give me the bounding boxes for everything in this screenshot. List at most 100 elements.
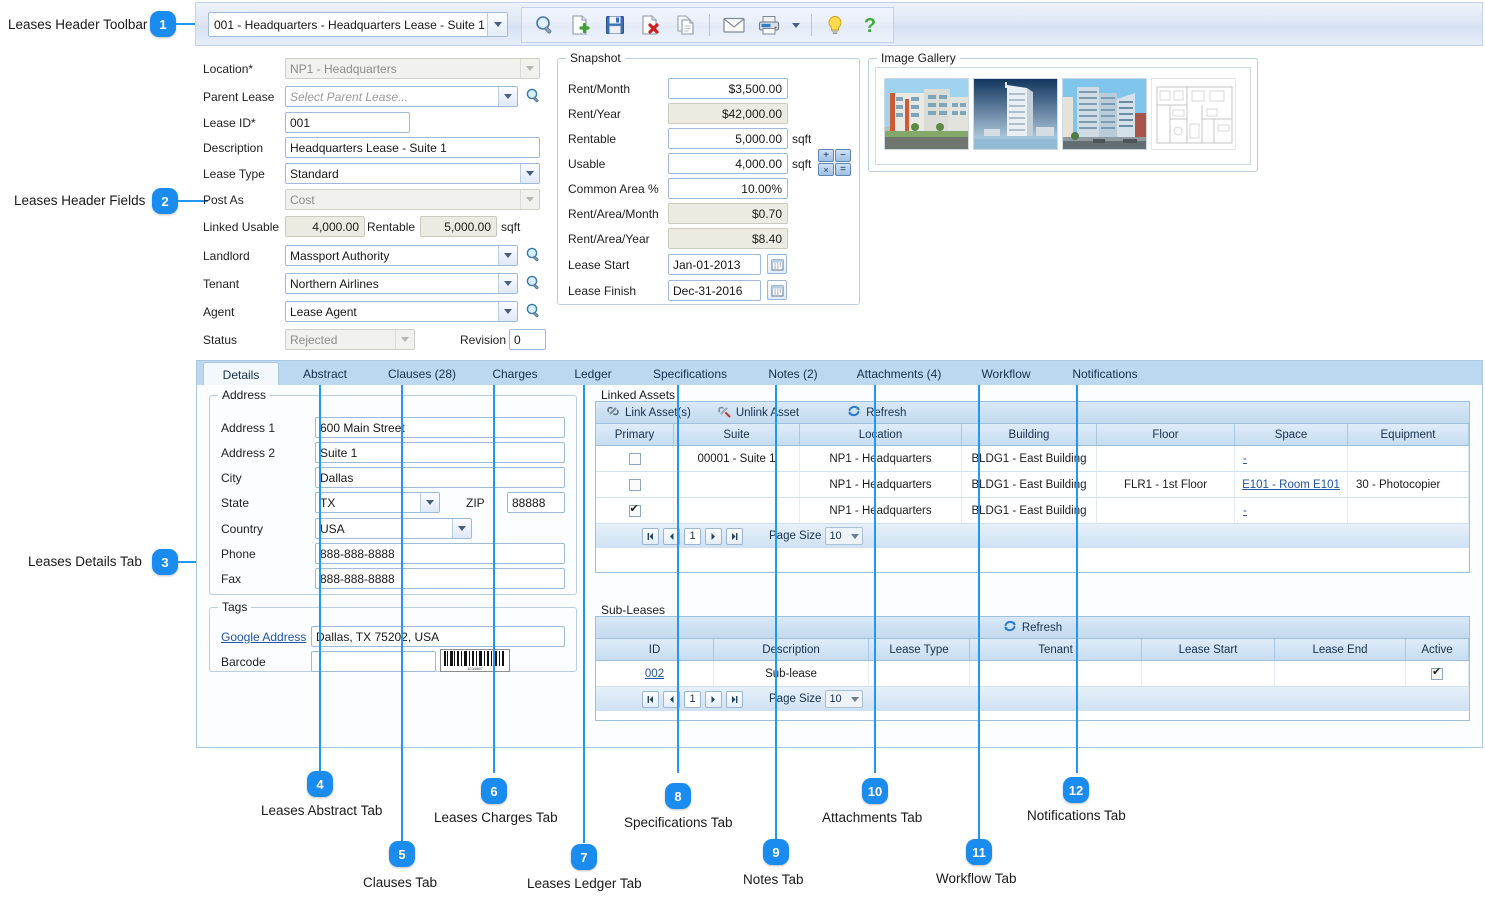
description-field[interactable]: Headquarters Lease - Suite 1 [285,137,540,158]
col-description[interactable]: Description [714,639,869,660]
lease-id-field[interactable]: 001 [285,112,410,133]
print-icon[interactable] [753,9,786,41]
col-suite[interactable]: Suite [674,424,800,445]
space-link[interactable]: - [1243,453,1247,465]
tenant-lookup-icon[interactable] [525,274,542,291]
col-location[interactable]: Location [800,424,962,445]
space-link[interactable]: - [1243,505,1247,517]
email-icon[interactable] [717,9,750,41]
help-icon[interactable]: ? [854,9,887,41]
usable-field[interactable]: 4,000.00 [668,153,788,174]
thumbnail-building-1[interactable] [884,78,969,150]
last-page-button[interactable] [726,527,743,545]
post-as-field[interactable]: Cost [285,189,540,210]
tab-notes[interactable]: Notes (2) [751,363,835,386]
chevron-down-icon[interactable] [498,246,517,265]
chevron-down-icon[interactable] [498,302,517,321]
thumbnail-building-3[interactable] [1062,78,1147,150]
primary-checkbox-cell[interactable] [596,498,674,523]
col-space[interactable]: Space [1235,424,1348,445]
tab-attachments[interactable]: Attachments (4) [837,363,961,386]
col-primary[interactable]: Primary [596,424,674,445]
location-field[interactable]: NP1 - Headquarters [285,58,540,79]
revision-field[interactable]: 0 [509,329,546,350]
sub-lease-active-cell[interactable] [1406,661,1469,686]
last-page-button[interactable] [726,690,743,708]
common-area-field[interactable]: 10.00% [668,178,788,199]
next-page-button[interactable] [705,527,722,545]
calc-multiply-button[interactable]: × [818,163,834,176]
calc-plus-button[interactable]: + [818,149,834,162]
city-field[interactable]: Dallas [315,467,565,488]
phone-field[interactable]: 888-888-8888 [315,543,565,564]
agent-field[interactable]: Lease Agent [285,301,518,322]
col-equipment[interactable]: Equipment [1348,424,1469,445]
table-row[interactable]: NP1 - Headquarters BLDG1 - East Building… [596,472,1469,498]
sub-lease-id-link[interactable]: 002 [645,668,664,680]
table-row[interactable]: 00001 - Suite 1 NP1 - Headquarters BLDG1… [596,446,1469,472]
barcode-field[interactable] [311,651,436,672]
col-floor[interactable]: Floor [1097,424,1235,445]
primary-checkbox[interactable] [628,502,641,517]
snapshot-rentable-field[interactable]: 5,000.00 [668,128,788,149]
copy-icon[interactable] [669,9,702,41]
col-lease-end[interactable]: Lease End [1275,639,1406,660]
col-lease-type[interactable]: Lease Type [869,639,970,660]
col-tenant[interactable]: Tenant [970,639,1142,660]
tab-ledger[interactable]: Ledger [557,363,629,386]
agent-lookup-icon[interactable] [525,302,542,319]
status-field[interactable]: Rejected [285,329,415,350]
thumbnail-building-2[interactable] [973,78,1058,150]
landlord-lookup-icon[interactable] [525,246,542,263]
page-size-select[interactable]: 10 [825,690,864,708]
lease-start-field[interactable]: Jan-01-2013 [668,254,761,275]
lease-finish-field[interactable]: Dec-31-2016 [668,280,761,301]
chevron-down-icon[interactable] [520,164,539,183]
tab-notifications[interactable]: Notifications [1051,363,1159,386]
chevron-down-icon[interactable] [487,13,507,36]
thumbnail-floorplan[interactable] [1151,78,1236,150]
chevron-down-icon[interactable] [498,87,517,106]
chevron-down-icon[interactable] [420,493,439,512]
table-row[interactable]: NP1 - Headquarters BLDG1 - East Building… [596,498,1469,524]
sub-leases-refresh-button[interactable]: Refresh [1003,619,1062,636]
landlord-field[interactable]: Massport Authority [285,245,518,266]
first-page-button[interactable] [642,527,659,545]
primary-checkbox-cell[interactable] [596,446,674,471]
tab-charges[interactable]: Charges [475,363,555,386]
parent-lease-field[interactable]: Select Parent Lease... [285,86,518,107]
calendar-icon[interactable] [767,254,787,274]
google-address-field[interactable]: Dallas, TX 75202, USA [311,626,565,647]
primary-checkbox[interactable] [628,452,641,465]
tab-specifications[interactable]: Specifications [631,363,749,386]
col-lease-start[interactable]: Lease Start [1142,639,1275,660]
lightbulb-icon[interactable] [818,9,851,41]
unlink-asset-button[interactable]: Unlink Asset [717,404,799,421]
lease-selector[interactable]: 001 - Headquarters - Headquarters Lease … [208,12,508,37]
chevron-down-icon[interactable] [498,274,517,293]
current-page[interactable]: 1 [684,527,701,545]
state-field[interactable]: TX [315,492,440,513]
zip-field[interactable]: 88888 [507,492,565,513]
space-link[interactable]: E101 - Room E101 [1242,479,1340,491]
table-row[interactable]: 002 Sub-lease [596,661,1469,687]
chevron-down-icon[interactable] [452,519,471,538]
primary-checkbox-cell[interactable] [596,472,674,497]
linked-assets-refresh-button[interactable]: Refresh [847,404,906,421]
address2-field[interactable]: Suite 1 [315,442,565,463]
col-id[interactable]: ID [596,639,714,660]
country-field[interactable]: USA [315,518,472,539]
tab-clauses[interactable]: Clauses (28) [371,363,473,386]
col-active[interactable]: Active [1406,639,1469,660]
save-icon[interactable] [599,9,632,41]
tab-details[interactable]: Details [203,362,279,387]
next-page-button[interactable] [705,690,722,708]
address1-field[interactable]: 600 Main Street [315,417,565,438]
new-document-icon[interactable] [563,9,596,41]
tab-workflow[interactable]: Workflow [963,363,1049,386]
tenant-field[interactable]: Northern Airlines [285,273,518,294]
current-page[interactable]: 1 [684,690,701,708]
rent-month-field[interactable]: $3,500.00 [668,78,788,99]
calc-equals-button[interactable]: = [835,163,851,176]
parent-lease-lookup-icon[interactable] [525,87,542,104]
